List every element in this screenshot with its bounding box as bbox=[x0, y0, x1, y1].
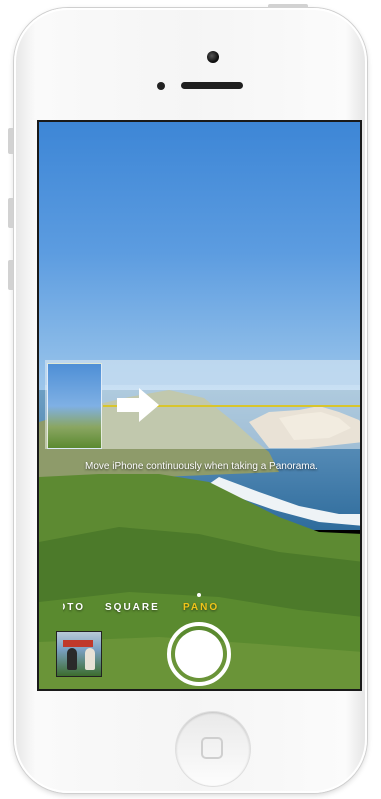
camera-mode-selector[interactable]: PHOTO SQUARE PANO bbox=[39, 602, 360, 618]
active-mode-indicator bbox=[197, 593, 201, 597]
camera-screen: Move iPhone continuously when taking a P… bbox=[37, 120, 362, 691]
proximity-sensor bbox=[157, 82, 165, 90]
volume-up-button bbox=[8, 198, 13, 228]
home-button[interactable] bbox=[176, 712, 250, 786]
front-camera bbox=[207, 51, 219, 63]
panorama-hint-text: Move iPhone continuously when taking a P… bbox=[85, 461, 318, 472]
thumbnail-flag bbox=[63, 640, 93, 647]
mute-switch bbox=[8, 128, 13, 154]
shutter-inner bbox=[175, 630, 223, 678]
panorama-progress-thumbnail bbox=[47, 363, 102, 449]
shutter-button[interactable] bbox=[167, 622, 231, 686]
earpiece-speaker bbox=[181, 82, 243, 89]
thumbnail-person bbox=[67, 648, 77, 670]
right-arrow-icon bbox=[117, 388, 159, 422]
volume-down-button bbox=[8, 260, 13, 290]
home-square-icon bbox=[201, 737, 223, 759]
mode-pano[interactable]: PANO bbox=[183, 602, 219, 613]
power-button bbox=[268, 4, 308, 8]
mode-square[interactable]: SQUARE bbox=[105, 602, 160, 613]
mode-photo[interactable]: PHOTO bbox=[63, 602, 85, 613]
photo-thumbnail[interactable] bbox=[56, 631, 102, 677]
thumbnail-person bbox=[85, 648, 95, 670]
